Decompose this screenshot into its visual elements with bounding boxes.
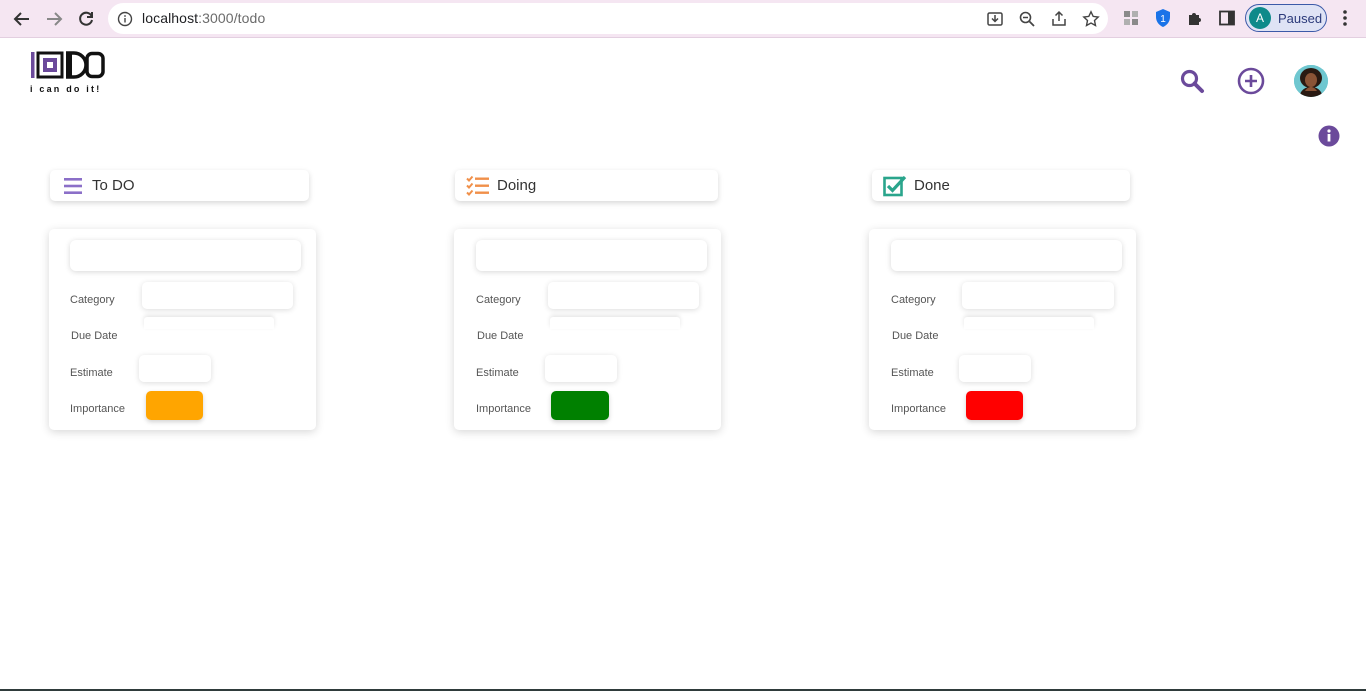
extensions-puzzle-icon[interactable] [1183,6,1207,30]
category-field[interactable] [548,282,699,309]
importance-label: Importance [891,403,947,415]
due-date-field[interactable] [550,317,680,329]
browser-toolbar: localhost:3000/todo 1 A Paused [0,0,1366,38]
estimate-field[interactable] [139,355,211,382]
due-date-label: Due Date [477,330,524,342]
due-date-label: Due Date [892,330,939,342]
importance-swatch[interactable] [966,391,1023,420]
due-date-field[interactable] [144,317,274,329]
url-text[interactable]: localhost:3000/todo [142,10,265,26]
category-label: Category [476,294,521,306]
address-bar[interactable]: localhost:3000/todo [108,3,1108,34]
category-field[interactable] [142,282,293,309]
logo-tagline: i can do it! [30,84,102,94]
list-icon [60,173,86,199]
bookmark-star-icon[interactable] [1080,8,1102,30]
estimate-field[interactable] [545,355,617,382]
share-icon[interactable] [1048,8,1070,30]
column-title: To DO [92,177,135,194]
user-avatar[interactable] [1294,65,1328,97]
user-photo-icon [1294,65,1328,97]
browser-menu-icon[interactable] [1333,6,1357,30]
url-host: localhost [142,10,199,26]
url-path: :3000/todo [198,10,266,26]
estimate-label: Estimate [476,367,519,379]
category-field[interactable] [962,282,1114,309]
profile-status: Paused [1278,10,1323,26]
info-icon [1318,125,1340,147]
zoom-icon[interactable] [1016,8,1038,30]
profile-avatar: A [1249,7,1271,29]
install-app-icon[interactable] [984,8,1006,30]
column-header-done: Done [872,170,1130,201]
column-title: Done [914,177,950,194]
logo-mark-icon [31,51,105,79]
importance-swatch[interactable] [146,391,203,420]
category-label: Category [891,294,936,306]
side-panel-icon[interactable] [1215,6,1239,30]
search-button[interactable] [1178,67,1206,95]
estimate-label: Estimate [70,367,113,379]
site-info-icon[interactable] [114,8,136,30]
back-button[interactable] [9,6,35,32]
checked-box-icon [882,173,908,199]
category-label: Category [70,294,115,306]
add-circle-icon [1237,67,1265,95]
estimate-label: Estimate [891,367,934,379]
add-task-button[interactable] [1236,66,1266,96]
profile-button[interactable]: A Paused [1245,4,1327,32]
reload-icon [79,11,93,26]
app-logo[interactable]: i can do it! [30,51,108,95]
task-title-input[interactable] [476,240,707,271]
info-button[interactable] [1318,125,1340,147]
importance-label: Importance [476,403,532,415]
back-arrow-icon [13,12,29,26]
checklist-icon [465,173,491,199]
extension-badge: 1 [1160,14,1166,25]
task-title-input[interactable] [891,240,1122,271]
column-title: Doing [497,177,537,194]
task-title-input[interactable] [70,240,301,271]
forward-button[interactable] [41,6,67,32]
task-card[interactable]: Category Due Date Estimate Importance [869,229,1136,430]
shield-extension-icon[interactable]: 1 [1151,6,1175,30]
due-date-label: Due Date [71,330,118,342]
column-header-doing: Doing [455,170,718,201]
search-icon [1180,69,1204,93]
reload-button[interactable] [73,6,99,32]
importance-label: Importance [70,403,126,415]
due-date-field[interactable] [964,317,1094,329]
task-card[interactable]: Category Due Date Estimate Importance [49,229,316,430]
importance-swatch[interactable] [551,391,609,420]
task-card[interactable]: Category Due Date Estimate Importance [454,229,721,430]
forward-arrow-icon [47,12,63,26]
estimate-field[interactable] [959,355,1031,382]
column-header-todo: To DO [50,170,309,201]
extension-icon[interactable] [1119,6,1143,30]
